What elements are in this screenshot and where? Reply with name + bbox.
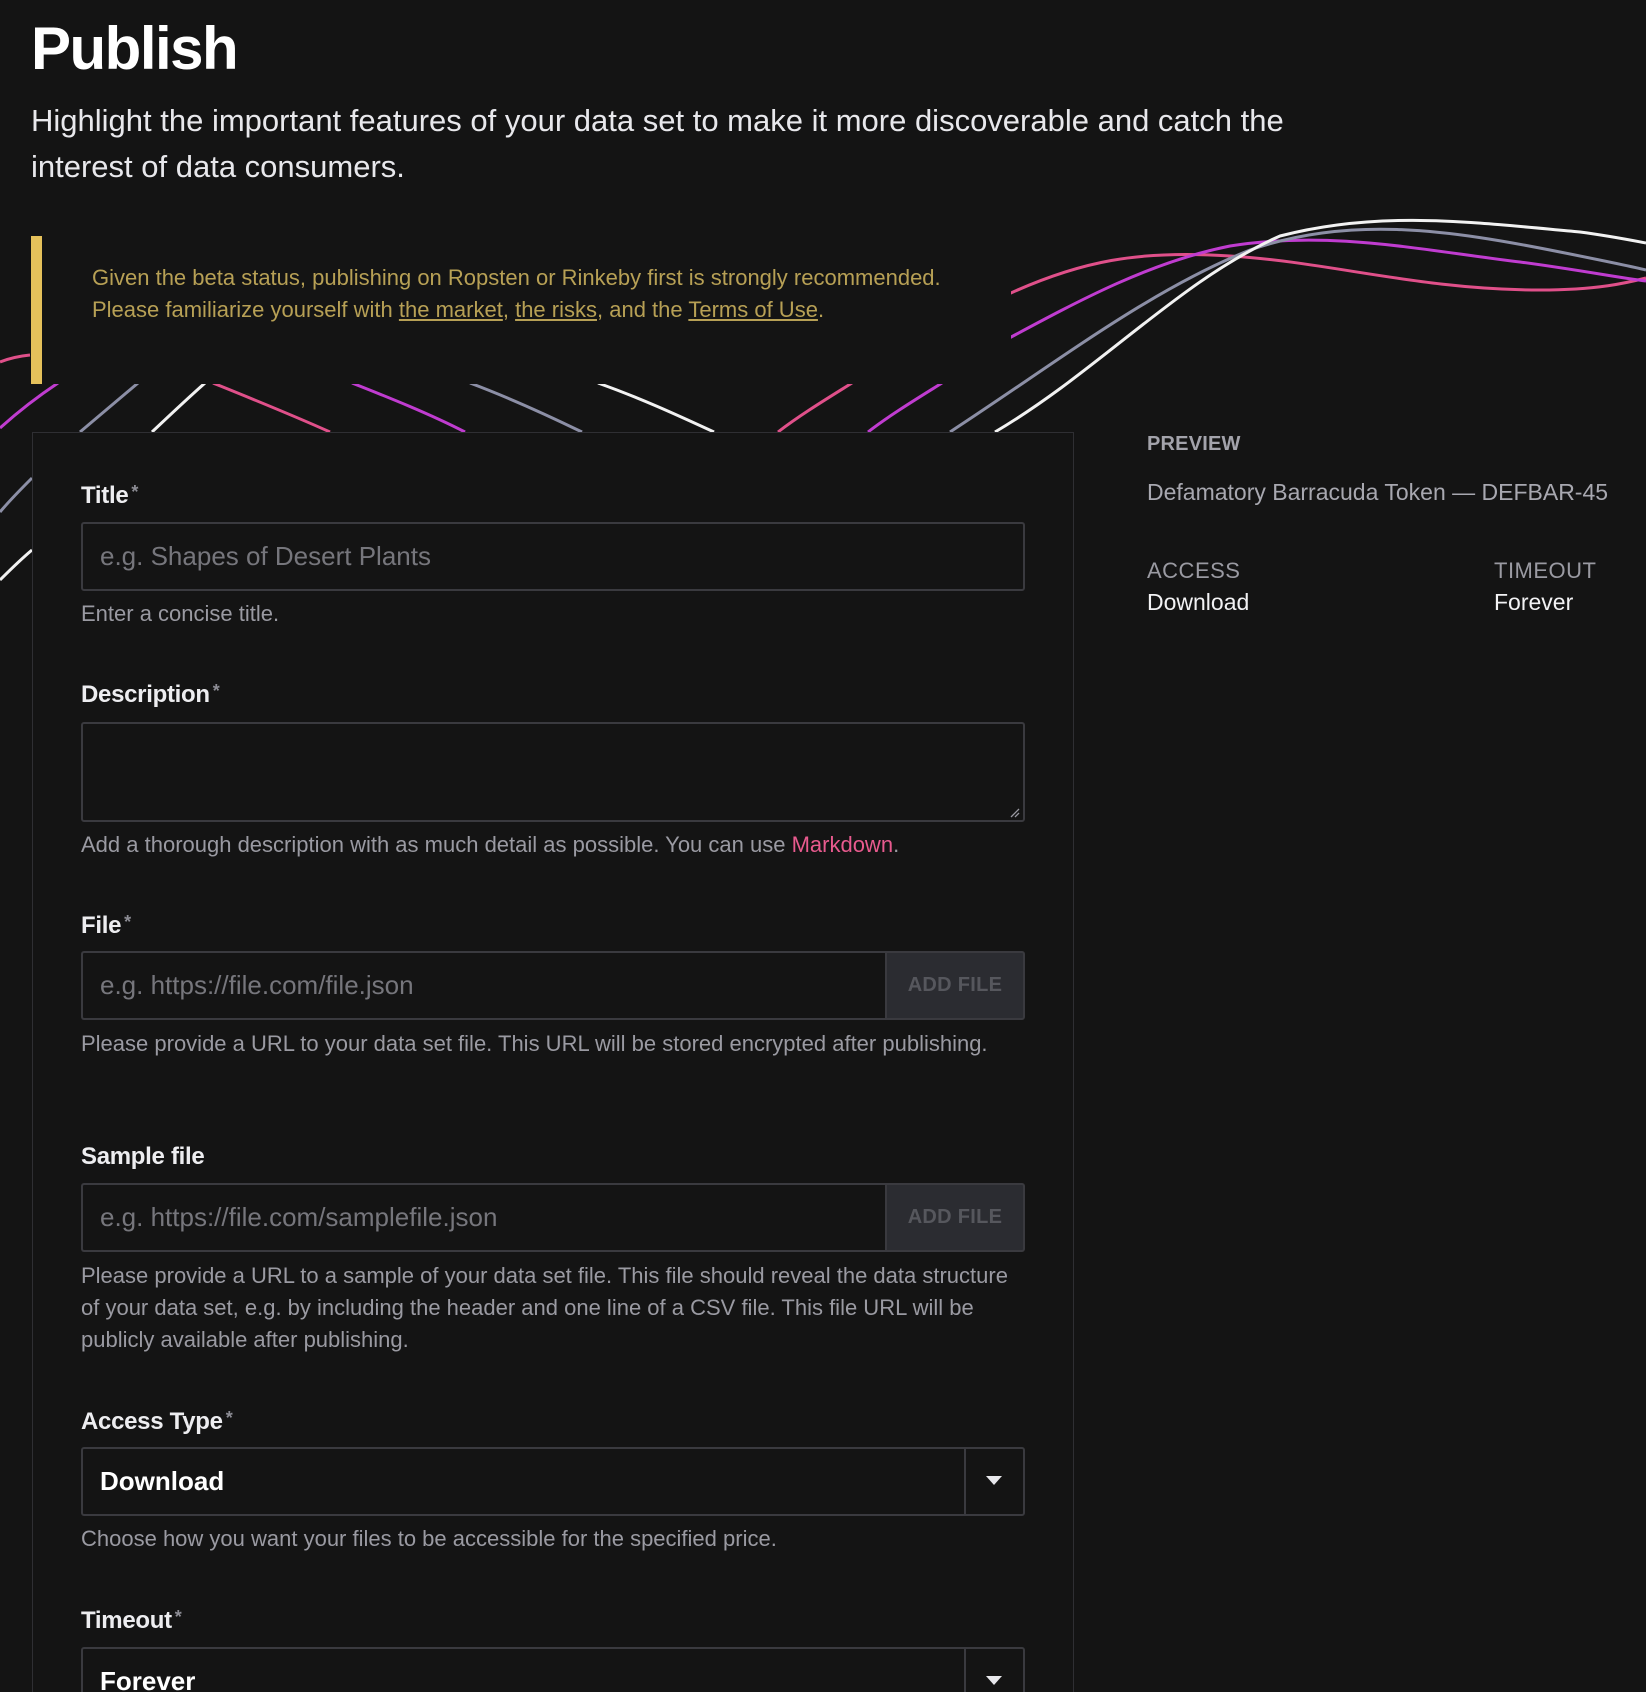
preview-heading: PREVIEW	[1147, 433, 1241, 455]
required-marker: *	[131, 482, 139, 502]
file-label: File *	[81, 912, 131, 939]
description-label: Description *	[81, 681, 220, 708]
file-input-group: ADD FILE	[81, 951, 1025, 1020]
sample-file-help: Please provide a URL to a sample of your…	[81, 1263, 1008, 1352]
required-marker: *	[174, 1607, 182, 1627]
resize-handle-icon[interactable]	[1010, 808, 1020, 818]
description-help: Add a thorough description with as much …	[81, 832, 900, 857]
preview-token-name: Defamatory Barracuda Token — DEFBAR-45	[1147, 479, 1609, 505]
alert-text: Given the beta status, publishing on Rop…	[92, 262, 962, 326]
caret-down-icon	[964, 1649, 1023, 1692]
access-type-selected: Download	[100, 1466, 225, 1496]
caret-down-icon	[964, 1449, 1023, 1514]
risks-link[interactable]: the risks	[515, 297, 597, 322]
file-url-input[interactable]	[81, 951, 885, 1020]
title-input[interactable]	[81, 522, 1025, 591]
page-title: Publish	[31, 15, 239, 82]
sample-file-label: Sample file	[81, 1143, 205, 1170]
title-label: Title *	[81, 482, 139, 509]
description-textarea[interactable]	[81, 722, 1025, 822]
timeout-label: Timeout *	[81, 1607, 182, 1634]
sample-file-input-group: ADD FILE	[81, 1183, 1025, 1252]
sample-file-url-input[interactable]	[81, 1183, 885, 1252]
access-type-label: Access Type *	[81, 1408, 233, 1435]
preview-timeout-value: Forever	[1494, 589, 1574, 615]
title-help: Enter a concise title.	[81, 601, 280, 626]
add-file-button[interactable]: ADD FILE	[885, 951, 1025, 1020]
beta-warning-alert: Given the beta status, publishing on Rop…	[31, 236, 1011, 384]
page-subtitle: Highlight the important features of your…	[31, 103, 1284, 184]
terms-of-use-link[interactable]: Terms of Use	[688, 297, 818, 322]
add-sample-file-button[interactable]: ADD FILE	[885, 1183, 1025, 1252]
preview-timeout-label: TIMEOUT	[1494, 558, 1597, 583]
access-type-help: Choose how you want your files to be acc…	[81, 1526, 777, 1551]
required-marker: *	[225, 1408, 233, 1428]
preview-access-label: ACCESS	[1147, 558, 1241, 583]
alert-separator: ,	[502, 297, 516, 322]
timeout-select[interactable]: Forever	[81, 1647, 1025, 1692]
market-link[interactable]: the market	[399, 297, 503, 322]
required-marker: *	[124, 912, 131, 932]
access-type-select[interactable]: Download	[81, 1447, 1025, 1516]
alert-text-middle: , and the	[597, 297, 689, 322]
timeout-selected: Forever	[100, 1666, 196, 1692]
file-help: Please provide a URL to your data set fi…	[81, 1031, 988, 1056]
required-marker: *	[212, 681, 220, 701]
preview-access-value: Download	[1147, 589, 1250, 615]
markdown-link[interactable]: Markdown	[792, 832, 893, 857]
alert-text-end: .	[817, 297, 825, 322]
